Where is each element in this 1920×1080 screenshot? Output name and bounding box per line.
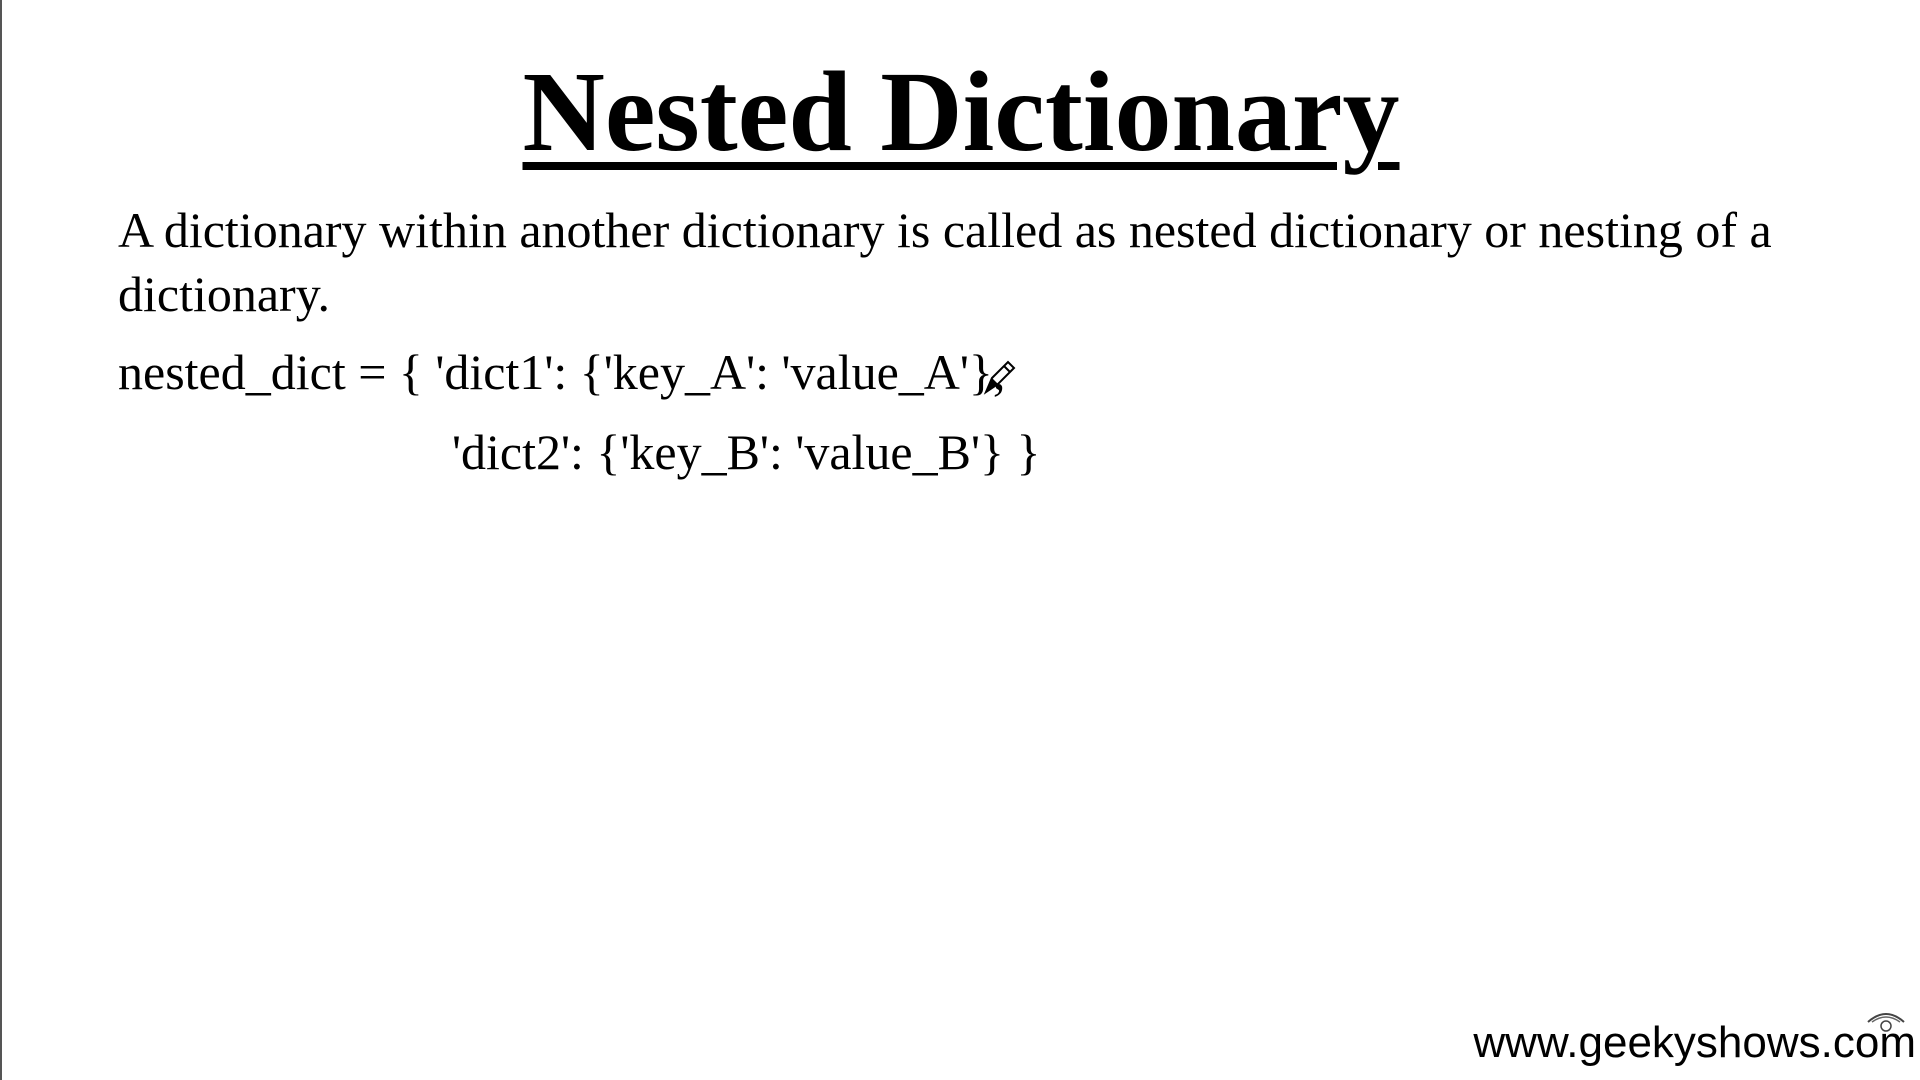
pen-cursor-icon xyxy=(983,360,1016,395)
code-line-1: nested_dict = { 'dict1': {'key_A': 'valu… xyxy=(118,344,1006,400)
slide: Nested Dictionary A dictionary within an… xyxy=(0,0,1920,1080)
watermark-url: www.geekyshows.com xyxy=(1473,1018,1916,1067)
slide-title-text: Nested Dictionary xyxy=(522,48,1400,175)
code-line-2: 'dict2': {'key_B': 'value_B'} } xyxy=(452,424,1041,480)
slide-title: Nested Dictionary xyxy=(2,46,1920,177)
slide-description: A dictionary within another dictionary i… xyxy=(118,202,1772,322)
